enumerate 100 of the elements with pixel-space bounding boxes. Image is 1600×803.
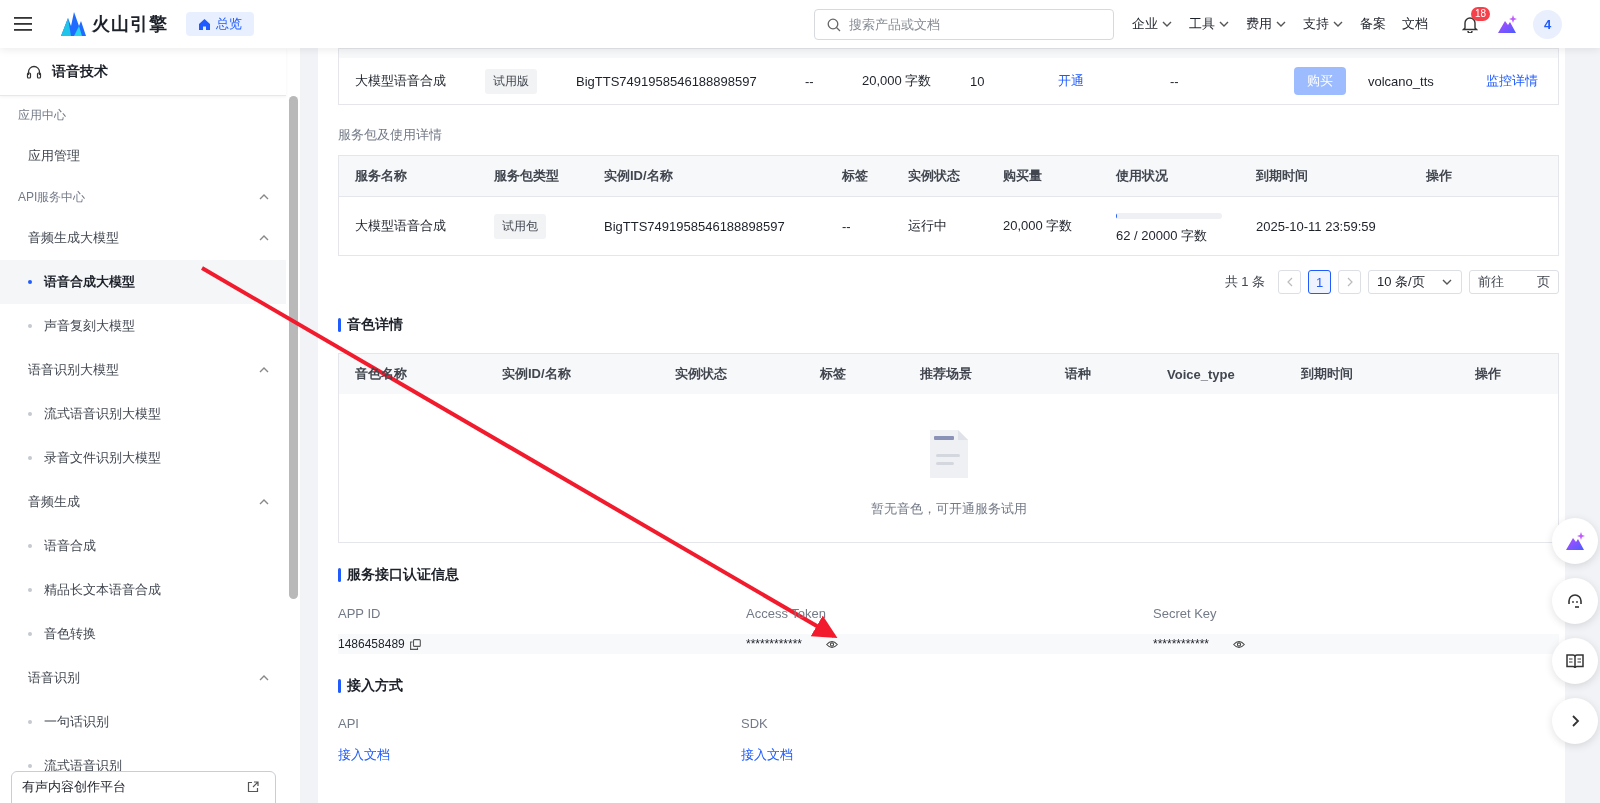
nav-link[interactable]: 文档 [1402, 15, 1428, 33]
external-link-icon [247, 781, 259, 793]
field-value: ************ [746, 637, 803, 651]
link[interactable]: 监控详情 [1486, 72, 1538, 90]
section-title: 接入方式 [347, 677, 403, 695]
heading-marker [338, 568, 341, 582]
menu-item[interactable]: 声音复刻大模型 [0, 304, 286, 348]
column-header: 到期时间 [1301, 365, 1353, 383]
table-cell: 2025-10-11 23:59:59 [1256, 218, 1376, 234]
menu-dropdown[interactable]: 工具 [1189, 15, 1230, 33]
floating-button[interactable] [1552, 518, 1598, 564]
submenu-item[interactable]: 音频生成大模型 [0, 216, 286, 260]
bullet-icon [28, 764, 32, 768]
eye-icon[interactable] [1233, 639, 1246, 649]
home-tab[interactable]: 总览 [186, 12, 254, 36]
empty-message: 暂无音色，可开通服务试用 [870, 500, 1027, 518]
menu-dropdown[interactable]: 费用 [1246, 15, 1287, 33]
menu-item[interactable]: 精品长文本语音合成 [0, 568, 286, 612]
menu-dropdown[interactable]: 支持 [1303, 15, 1344, 33]
table-cell: 运行中 [908, 217, 947, 235]
plan-tag: 试用包 [494, 213, 546, 239]
doc-link[interactable]: 接入文档 [338, 747, 390, 762]
sparkle-mountain-icon [1565, 531, 1585, 551]
menu-item[interactable]: 录音文件识别大模型 [0, 436, 286, 480]
copy-icon[interactable] [409, 638, 421, 650]
headset-icon [26, 63, 42, 80]
field-value: ************ [1153, 637, 1210, 651]
table-cell: 62 / 20000 字数 [1116, 227, 1208, 245]
menu-item[interactable]: 语音合成大模型 [0, 260, 286, 304]
submenu-item[interactable]: 语音识别大模型 [0, 348, 286, 392]
empty-document-icon [927, 428, 970, 480]
bell-icon[interactable] [1462, 15, 1478, 33]
submenu-item[interactable]: 音频生成 [0, 480, 286, 524]
menu-group-label: 应用中心 [17, 106, 67, 124]
field-label: Secret Key [1153, 605, 1217, 621]
menu-item[interactable]: 流式语音识别大模型 [0, 392, 286, 436]
scrollbar[interactable] [289, 96, 298, 599]
heading-marker [338, 679, 341, 693]
column-header: 标签 [820, 365, 846, 383]
menu-item[interactable]: 语音合成 [0, 524, 286, 568]
book-icon [1565, 651, 1585, 671]
menu-dropdown[interactable]: 企业 [1132, 15, 1173, 33]
table-cell: -- [1170, 73, 1179, 89]
menu-icon[interactable] [14, 16, 32, 32]
table-cell: 大模型语音合成 [355, 72, 446, 90]
bullet-icon [28, 588, 32, 592]
search-field[interactable]: 搜索产品或文档 [814, 8, 1114, 40]
plan-tag: 试用版 [485, 68, 537, 94]
floating-button[interactable] [1552, 578, 1598, 624]
notification-badge: 18 [1471, 6, 1491, 21]
column-header: Voice_type [1167, 366, 1235, 382]
column-header: 服务包类型 [494, 167, 559, 185]
column-header: 实例ID/名称 [502, 365, 571, 383]
link[interactable]: 开通 [1058, 72, 1084, 90]
column-header: 操作 [1475, 365, 1501, 383]
bullet-icon [28, 456, 32, 460]
bullet-icon [28, 544, 32, 548]
chevron-right-icon [1345, 277, 1354, 287]
eye-icon[interactable] [826, 639, 839, 649]
bullet-icon [28, 280, 32, 284]
heading-marker [338, 318, 341, 332]
mountain-icon [60, 12, 86, 36]
field-label: API [338, 715, 359, 731]
floating-button[interactable] [1552, 638, 1598, 684]
page-size-select[interactable]: 10 条/页 [1368, 270, 1462, 294]
page-jump-field[interactable]: 前往 页 [1469, 270, 1559, 294]
menu-item[interactable]: 一句话识别 [0, 700, 286, 744]
doc-link[interactable]: 接入文档 [741, 747, 793, 762]
headset-icon [1565, 591, 1585, 611]
table-cell: BigTTS7491958546188898597 [576, 73, 757, 89]
platform-link-button[interactable]: 有声内容创作平台 [11, 771, 276, 803]
column-header: 推荐场景 [920, 365, 972, 383]
column-header: 标签 [842, 167, 868, 185]
table-cell: 大模型语音合成 [355, 217, 446, 235]
table-cell: volcano_tts [1368, 73, 1434, 89]
bullet-icon [28, 720, 32, 724]
section-title: 服务包及使用详情 [338, 126, 442, 144]
sparkle-mountain-icon[interactable] [1497, 14, 1517, 34]
submenu-item[interactable]: 语音识别 [0, 656, 286, 700]
total-count: 共 1 条 [1224, 273, 1265, 291]
section-title: 服务接口认证信息 [347, 566, 459, 584]
table-cell: 20,000 字数 [1003, 217, 1073, 235]
column-header: 服务名称 [355, 167, 407, 185]
page-button[interactable]: 1 [1308, 270, 1331, 294]
table-cell: 20,000 字数 [862, 72, 932, 90]
column-header: 实例状态 [675, 365, 727, 383]
table-cell: -- [805, 73, 814, 89]
menu-item[interactable]: 应用管理 [0, 134, 286, 178]
column-header: 实例状态 [908, 167, 960, 185]
bullet-icon [28, 632, 32, 636]
logo[interactable]: 火山引擎 [60, 12, 168, 36]
nav-link[interactable]: 备案 [1360, 15, 1386, 33]
column-header: 购买量 [1003, 167, 1042, 185]
bullet-icon [28, 324, 32, 328]
home-icon [198, 17, 211, 31]
table-cell: -- [842, 218, 851, 234]
column-header: 操作 [1426, 167, 1452, 185]
avatar[interactable]: 4 [1533, 9, 1562, 39]
menu-group-label[interactable]: API服务中心 [0, 178, 286, 216]
menu-item[interactable]: 音色转换 [0, 612, 286, 656]
